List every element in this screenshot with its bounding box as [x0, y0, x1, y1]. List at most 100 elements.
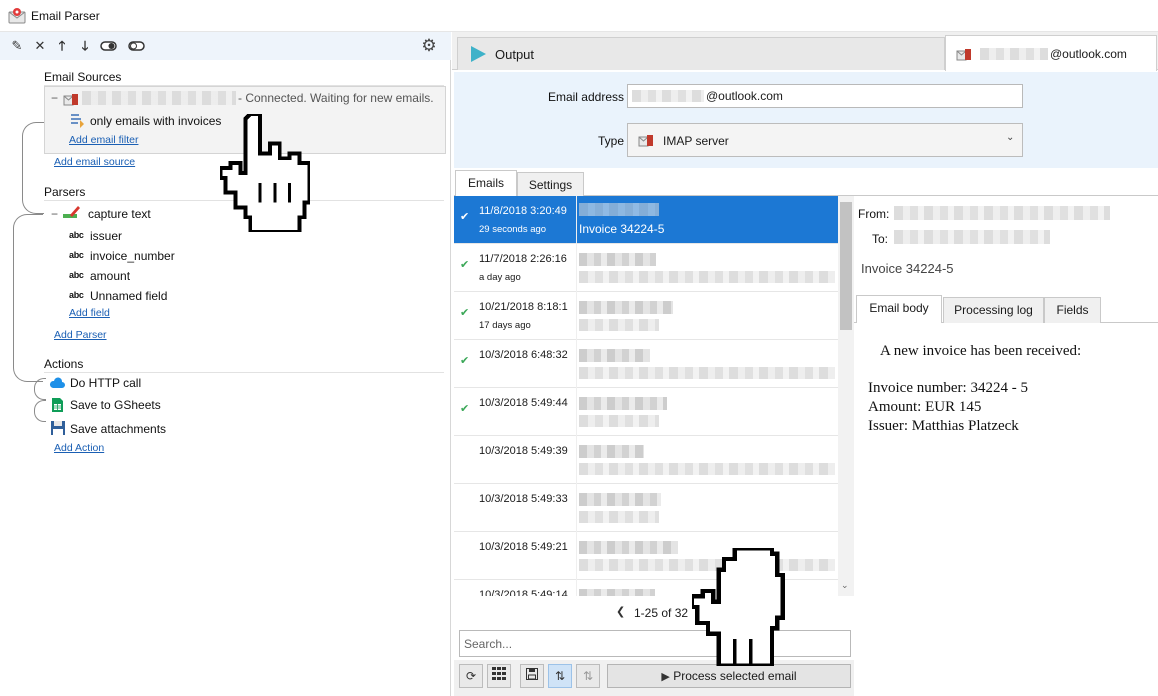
hand-pointer-cursor-icon	[692, 548, 785, 666]
sort-ascending-icon[interactable]: ⇅	[548, 664, 572, 688]
tab-processing-log[interactable]: Processing log	[943, 297, 1044, 323]
add-parser-link[interactable]: Add Parser	[54, 329, 107, 341]
email-sources-title: Email Sources	[44, 70, 122, 84]
email-age: a day ago	[479, 272, 521, 283]
previous-page-icon[interactable]: ❮	[616, 605, 625, 618]
collapse-icon[interactable]: −	[51, 91, 58, 105]
redacted-sender	[579, 301, 673, 314]
email-list-row[interactable]: ✔ 11/8/2018 3:20:49 29 seconds ago Invoice …	[454, 196, 838, 244]
email-age: 17 days ago	[479, 320, 531, 331]
tab-email-body[interactable]: Email body	[856, 295, 942, 323]
email-list-row[interactable]: 10/3/2018 5:49:33	[454, 484, 838, 532]
redacted-sender	[579, 349, 650, 362]
tab-account-label: @outlook.com	[1050, 47, 1127, 61]
field-issuer[interactable]: issuer	[90, 229, 122, 243]
edit-icon[interactable]: ✎	[9, 38, 25, 54]
redacted-subject	[579, 319, 659, 331]
save-icon[interactable]	[520, 664, 544, 688]
pager: ❮ 1-25 of 32	[454, 596, 854, 626]
redacted-sender	[579, 445, 644, 458]
email-list-scrollbar[interactable]: ⌄	[838, 196, 854, 596]
from-label: From:	[858, 207, 890, 221]
refresh-icon[interactable]: ⟳	[459, 664, 483, 688]
action-http-call[interactable]: Do HTTP call	[70, 376, 141, 390]
text-field-icon: abc	[69, 230, 84, 240]
email-list-row[interactable]: ✔ 11/7/2018 2:26:16 a day ago	[454, 244, 838, 292]
tree-toolbar: ✎ ✕ 🡑 🡓 ⚙	[0, 32, 451, 60]
tab-email-account[interactable]: @outlook.com	[945, 35, 1157, 71]
collapse-icon[interactable]: −	[51, 207, 58, 221]
body-line: Issuer: Matthias Platzeck	[868, 418, 1019, 434]
redacted-sender	[579, 203, 659, 216]
redacted-address	[632, 90, 704, 102]
tab-emails[interactable]: Emails	[455, 170, 517, 197]
flow-connector	[34, 378, 46, 400]
email-date: 11/8/2018 3:20:49	[479, 205, 567, 217]
cloud-icon	[49, 377, 65, 388]
grid-view-icon[interactable]	[487, 664, 511, 688]
tab-settings-label: Settings	[528, 178, 573, 192]
email-list-row[interactable]: ✔ 10/21/2018 8:18:1 17 days ago	[454, 292, 838, 340]
add-email-source-link[interactable]: Add email source	[54, 156, 135, 168]
filter-label[interactable]: only emails with invoices	[90, 114, 221, 128]
redacted-address	[980, 48, 1048, 60]
tab-fields[interactable]: Fields	[1044, 297, 1101, 323]
tab-settings[interactable]: Settings	[517, 172, 584, 197]
redacted-subject	[579, 367, 835, 379]
play-icon: ▶	[661, 671, 670, 683]
text-field-icon: abc	[69, 290, 84, 300]
add-action-link[interactable]: Add Action	[54, 442, 104, 454]
redacted-sender	[579, 253, 656, 266]
add-email-filter-link[interactable]: Add email filter	[69, 134, 138, 146]
text-capture-icon	[63, 206, 80, 218]
type-select[interactable]: IMAP server ⌄	[627, 123, 1023, 157]
redacted-sender	[579, 493, 661, 506]
redacted-subject	[579, 463, 835, 475]
email-subject: Invoice 34224-5	[579, 222, 665, 236]
email-list-row[interactable]: ✔ 10/3/2018 6:48:32	[454, 340, 838, 388]
scrollbar-thumb[interactable]	[840, 202, 852, 330]
parser-label[interactable]: capture text	[88, 207, 151, 221]
column-divider	[576, 340, 577, 388]
email-address-field[interactable]: @outlook.com	[627, 84, 1023, 108]
search-input[interactable]: Search...	[459, 630, 851, 657]
email-address-label: Email address	[547, 90, 624, 104]
field-invoice-number[interactable]: invoice_number	[90, 249, 175, 263]
redacted-subject	[579, 271, 835, 283]
process-button-label: Process selected email	[673, 669, 797, 683]
email-list-row[interactable]: ✔ 10/3/2018 5:49:44	[454, 388, 838, 436]
add-field-link[interactable]: Add field	[69, 307, 110, 319]
email-date: 10/3/2018 5:49:21	[479, 541, 568, 553]
scroll-down-icon[interactable]: ⌄	[841, 580, 849, 591]
redacted-sender	[579, 397, 667, 410]
action-save-gsheets[interactable]: Save to GSheets	[70, 398, 161, 412]
column-divider	[576, 532, 577, 580]
move-up-icon[interactable]: 🡑	[54, 38, 70, 54]
process-selected-email-button[interactable]: ▶ Process selected email	[607, 664, 851, 688]
sort-descending-icon[interactable]: ⇅	[576, 664, 600, 688]
imap-server-icon	[956, 49, 971, 61]
action-save-attachments[interactable]: Save attachments	[70, 422, 166, 436]
delete-icon[interactable]: ✕	[32, 38, 48, 54]
move-down-icon[interactable]: 🡓	[77, 38, 93, 54]
text-field-icon: abc	[69, 250, 84, 260]
disable-toggle-icon[interactable]	[128, 38, 145, 54]
email-date: 10/3/2018 5:49:14	[479, 589, 568, 596]
redacted-address	[82, 91, 236, 105]
processed-check-icon: ✔	[460, 403, 470, 415]
processed-check-icon: ✔	[460, 259, 470, 271]
enable-toggle-icon[interactable]	[100, 38, 117, 54]
column-divider	[576, 436, 577, 484]
field-amount[interactable]: amount	[90, 269, 130, 283]
field-unnamed[interactable]: Unnamed field	[90, 289, 167, 303]
email-body-content: A new invoice has been received: Invoice…	[868, 342, 1153, 436]
tab-emails-label: Emails	[467, 176, 504, 190]
flow-connector	[34, 400, 46, 422]
hand-pointer-cursor-icon	[220, 114, 310, 232]
tab-output[interactable]: Output	[457, 37, 945, 70]
email-date: 10/3/2018 5:49:44	[479, 397, 568, 409]
email-list-row[interactable]: 10/3/2018 5:49:39	[454, 436, 838, 484]
column-divider	[576, 244, 577, 292]
output-panel: Output @outlook.com Email address @outlo…	[452, 32, 1158, 696]
settings-gear-icon[interactable]: ⚙	[421, 37, 437, 54]
